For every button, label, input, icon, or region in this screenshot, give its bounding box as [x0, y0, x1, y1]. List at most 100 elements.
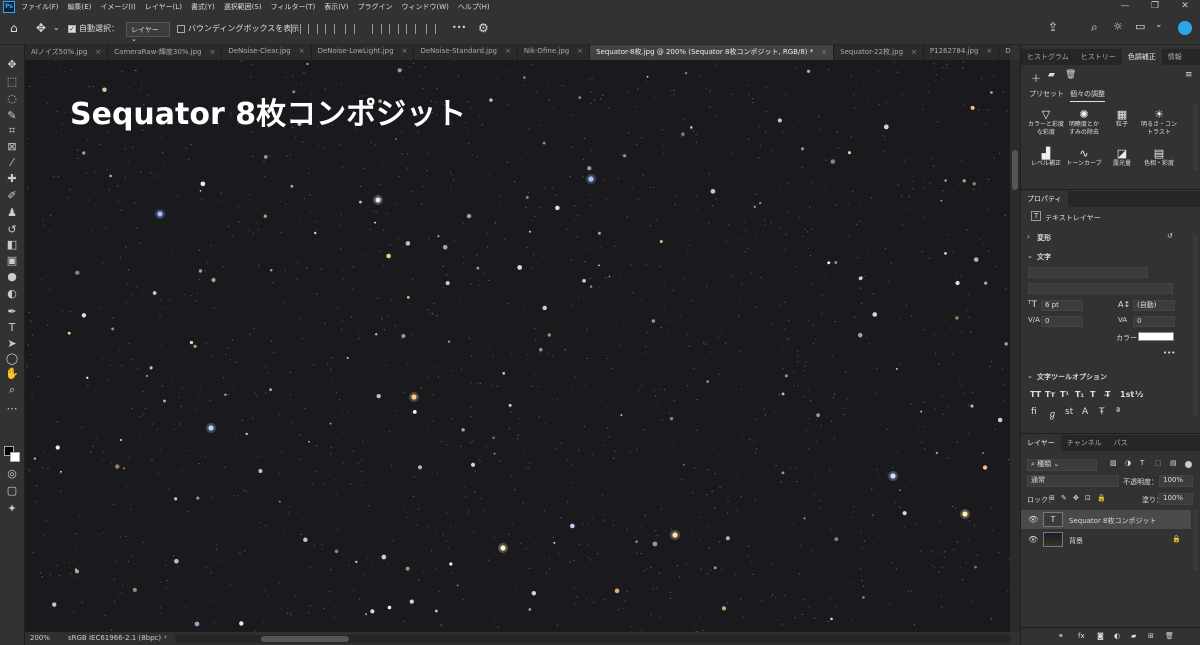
- adjustment-item[interactable]: ▤ 色相・彩度: [1139, 147, 1179, 168]
- dodge-tool-icon[interactable]: ◐: [5, 287, 19, 301]
- adjust-panel-tab[interactable]: ヒストリー: [1075, 49, 1122, 65]
- auto-select-checkbox[interactable]: ✓ 自動選択：: [68, 23, 119, 34]
- distribute-icon[interactable]: [345, 24, 355, 34]
- type-tool-icon[interactable]: T: [5, 321, 19, 335]
- align-top-icon[interactable]: [372, 24, 382, 34]
- gear-icon[interactable]: ⚙: [478, 21, 489, 35]
- chevron-down-icon[interactable]: ⌄: [1027, 372, 1033, 380]
- document-tab[interactable]: Sequator-22枚.jpg ×: [834, 45, 924, 60]
- marquee-tool-icon[interactable]: ⬚: [5, 75, 19, 89]
- properties-scrollbar[interactable]: [1193, 235, 1198, 415]
- document-tab[interactable]: DeNoise-Severe.: [999, 45, 1010, 60]
- eye-icon[interactable]: 👁: [1028, 515, 1038, 524]
- fx-icon[interactable]: fx: [1078, 632, 1085, 640]
- titling-icon[interactable]: Ŧ: [1099, 407, 1105, 417]
- discretionary-icon[interactable]: st: [1065, 407, 1073, 417]
- lock-position-icon[interactable]: ✥: [1073, 494, 1079, 502]
- adjustment-item[interactable]: ▦ 粒子: [1102, 108, 1142, 129]
- document-tab[interactable]: Sequator-8枚.jpg @ 200% (Sequator 8枚コンポジッ…: [590, 45, 835, 60]
- healing-brush-icon[interactable]: ✚: [5, 172, 19, 186]
- document-tab[interactable]: Nik-Dfine.jpg ×: [517, 45, 591, 60]
- opacity-field[interactable]: 100%: [1159, 475, 1193, 487]
- text-style-button[interactable]: TT: [1030, 390, 1041, 399]
- filter-toggle[interactable]: [1185, 461, 1192, 468]
- menu-item[interactable]: プラグイン: [357, 2, 392, 12]
- layers-panel-tab[interactable]: レイヤー: [1021, 435, 1061, 451]
- search-icon[interactable]: ⌕: [1091, 20, 1098, 35]
- brush-tool-icon[interactable]: ✐: [5, 189, 19, 203]
- more-tools-icon[interactable]: ⋯: [5, 402, 19, 416]
- delete-layer-icon[interactable]: 🗑: [1165, 632, 1174, 640]
- lock-artboard-icon[interactable]: ⊡: [1085, 494, 1091, 502]
- add-icon[interactable]: ＋: [1031, 70, 1041, 85]
- menu-item[interactable]: 編集(E): [68, 2, 92, 12]
- filter-adjust-icon[interactable]: ◑: [1125, 459, 1131, 467]
- bounding-box-checkbox[interactable]: バウンディングボックスを表示: [177, 23, 299, 34]
- lasso-tool-icon[interactable]: ◌: [5, 92, 19, 106]
- menu-item[interactable]: レイヤー(L): [145, 2, 182, 12]
- character-section[interactable]: 文字: [1037, 252, 1051, 262]
- layers-panel-tab[interactable]: チャンネル: [1061, 435, 1108, 451]
- lightbulb-icon[interactable]: ☼: [1113, 20, 1123, 33]
- font-size-field[interactable]: 6 pt: [1041, 300, 1083, 311]
- menu-item[interactable]: 表示(V): [324, 2, 348, 12]
- text-tool-options-section[interactable]: 文字ツールオプション: [1037, 372, 1107, 382]
- zoom-tool-icon[interactable]: ⌕: [5, 383, 19, 397]
- menu-item[interactable]: 書式(Y): [191, 2, 215, 12]
- text-style-button[interactable]: 1st: [1120, 390, 1134, 399]
- close-icon[interactable]: ×: [986, 47, 992, 55]
- shape-tool-icon[interactable]: ◯: [5, 352, 19, 366]
- fill-field[interactable]: 100%: [1159, 493, 1193, 505]
- close-icon[interactable]: ×: [402, 47, 408, 55]
- layer-row[interactable]: 👁 T Sequator 8枚コンポジット: [1021, 510, 1191, 529]
- text-style-button[interactable]: ½: [1135, 390, 1143, 399]
- font-style-select[interactable]: [1028, 283, 1173, 294]
- move-tool-icon[interactable]: ✥: [36, 21, 46, 35]
- document-tab[interactable]: DeNoise-LowLight.jpg ×: [311, 45, 415, 60]
- distribute-vertical-icon[interactable]: [426, 24, 436, 34]
- close-icon[interactable]: ×: [821, 48, 827, 56]
- close-icon[interactable]: ×: [577, 47, 583, 55]
- horizontal-scrollbar[interactable]: [175, 635, 1010, 643]
- close-icon[interactable]: ×: [299, 47, 305, 55]
- folder-icon[interactable]: ▰: [1048, 70, 1055, 80]
- adjust-scrollbar[interactable]: [1193, 105, 1198, 170]
- transform-section[interactable]: 変形: [1037, 233, 1051, 243]
- eye-icon[interactable]: 👁: [1028, 535, 1038, 544]
- status-arrow-icon[interactable]: ›: [164, 633, 167, 641]
- menu-item[interactable]: フィルター(T): [271, 2, 316, 12]
- ligature-icon[interactable]: fi: [1031, 407, 1037, 417]
- text-style-button[interactable]: Tт: [1045, 390, 1055, 399]
- reset-icon[interactable]: ↺: [1167, 232, 1173, 240]
- more-options-button[interactable]: •••: [1163, 349, 1175, 357]
- swash-icon[interactable]: ℊ: [1048, 407, 1057, 420]
- share-icon[interactable]: ⇪: [1048, 20, 1058, 34]
- canvas-text-layer[interactable]: Sequator 8枚コンポジット: [70, 89, 466, 133]
- ordinal-icon[interactable]: ª: [1116, 407, 1120, 417]
- gradient-tool-icon[interactable]: ▣: [5, 254, 19, 268]
- layer-name[interactable]: Sequator 8枚コンポジット: [1069, 516, 1157, 526]
- document-tab[interactable]: DeNoise-Clear.jpg ×: [222, 45, 312, 60]
- screen-mode-icon[interactable]: ▢: [5, 484, 19, 498]
- close-icon[interactable]: ×: [911, 48, 917, 56]
- pen-tool-icon[interactable]: ✒: [5, 305, 19, 319]
- minimize-button[interactable]: —: [1110, 0, 1140, 14]
- adjustment-item[interactable]: ▽ カラーと彩度 な彩度: [1026, 108, 1066, 137]
- stylistic-icon[interactable]: A: [1082, 407, 1088, 417]
- lock-pixels-icon[interactable]: ⊞: [1049, 494, 1055, 502]
- adjust-panel-tab[interactable]: 色調補正: [1121, 49, 1162, 65]
- adjustment-layer-icon[interactable]: ◐: [1114, 632, 1120, 640]
- home-icon[interactable]: ⌂: [10, 21, 18, 35]
- align-middle-icon[interactable]: [389, 24, 399, 34]
- filter-shape-icon[interactable]: ⬚: [1155, 459, 1162, 467]
- close-icon[interactable]: ×: [95, 48, 101, 56]
- filter-type-icon[interactable]: T: [1140, 459, 1144, 467]
- restore-button[interactable]: ❐: [1140, 0, 1170, 14]
- layers-scrollbar[interactable]: [1193, 510, 1198, 570]
- adjustment-item[interactable]: ∿ トーンカーブ: [1064, 147, 1104, 168]
- adjustment-item[interactable]: ◪ 露光量: [1102, 147, 1142, 168]
- group-folder-icon[interactable]: ▰: [1131, 632, 1136, 640]
- individual-adjust-tab[interactable]: 個々の調整: [1070, 89, 1105, 102]
- menu-item[interactable]: ウィンドウ(W): [401, 2, 448, 12]
- zoom-level[interactable]: 200%: [30, 634, 50, 642]
